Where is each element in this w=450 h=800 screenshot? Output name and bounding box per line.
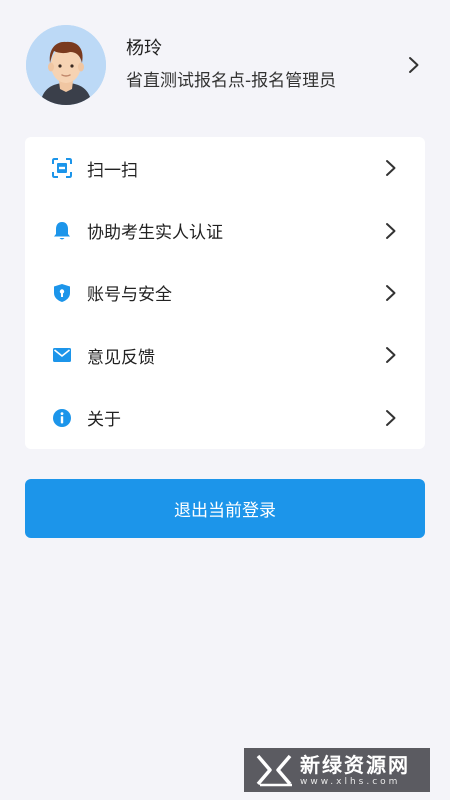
avatar <box>26 25 106 105</box>
menu-item-about[interactable]: 关于 <box>25 387 425 449</box>
watermark-subtitle: www.xlhs.com <box>300 776 401 787</box>
menu-item-label: 扫一扫 <box>87 160 138 181</box>
watermark-logo-icon <box>256 754 292 787</box>
chevron-right-icon <box>386 347 396 364</box>
chevron-right-icon <box>409 57 419 73</box>
menu-item-label: 关于 <box>87 410 121 431</box>
bell-icon <box>51 220 73 242</box>
profile-role: 省直测试报名点-报名管理员 <box>126 71 337 91</box>
profile-header[interactable]: 杨玲 省直测试报名点-报名管理员 <box>0 0 450 130</box>
info-icon <box>51 407 73 429</box>
mail-icon <box>51 344 73 366</box>
watermark: 新绿资源网 www.xlhs.com <box>244 748 430 792</box>
profile-name: 杨玲 <box>126 38 162 59</box>
shield-icon <box>51 282 73 304</box>
scan-icon <box>51 157 73 179</box>
menu-item-label: 账号与安全 <box>87 285 172 306</box>
menu-card: 扫一扫 协助考生实人认证 账号与安全 意见反馈 关于 <box>25 137 425 449</box>
chevron-right-icon <box>386 284 396 301</box>
chevron-right-icon <box>386 222 396 239</box>
chevron-right-icon <box>386 160 396 177</box>
menu-item-scan[interactable]: 扫一扫 <box>25 137 425 199</box>
menu-item-label: 意见反馈 <box>87 347 155 368</box>
profile-info: 杨玲 省直测试报名点-报名管理员 <box>126 36 408 94</box>
logout-button[interactable]: 退出当前登录 <box>25 479 425 538</box>
menu-item-face-verification[interactable]: 协助考生实人认证 <box>25 199 425 261</box>
chevron-right-icon <box>386 409 396 426</box>
menu-item-feedback[interactable]: 意见反馈 <box>25 324 425 386</box>
watermark-title: 新绿资源网 <box>300 752 410 777</box>
watermark-text: 新绿资源网 www.xlhs.com <box>300 753 410 788</box>
menu-item-label: 协助考生实人认证 <box>87 223 223 244</box>
menu-item-account-security[interactable]: 账号与安全 <box>25 262 425 324</box>
